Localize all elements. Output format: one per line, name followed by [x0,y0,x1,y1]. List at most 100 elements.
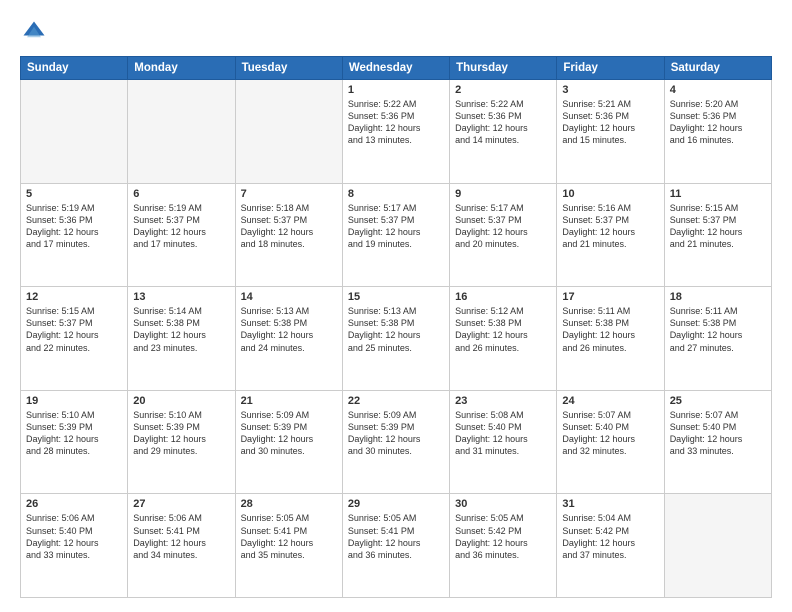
calendar-cell: 12Sunrise: 5:15 AM Sunset: 5:37 PM Dayli… [21,287,128,391]
calendar-cell: 22 Sunrise: 5:09 AM Sunset: 5:39 PM Dayli… [342,390,449,494]
cell-info: Sunrise: 5:10 AM Sunset: 5:39 PM Dayligh… [26,409,122,458]
calendar-cell: 20 Sunrise: 5:10 AM Sunset: 5:39 PM Dayli… [128,390,235,494]
header [20,18,772,46]
calendar-cell: 13 Sunrise: 5:14 AM Sunset: 5:38 PM Dayli… [128,287,235,391]
cell-info: Sunrise: 5:06 AM Sunset: 5:40 PM Dayligh… [26,512,122,561]
cell-info: Sunrise: 5:04 AM Sunset: 5:42 PM Dayligh… [562,512,658,561]
calendar-cell [235,80,342,184]
cell-info: Sunrise: 5:22 AM Sunset: 5:36 PM Dayligh… [455,98,551,147]
day-number: 7 [241,188,337,200]
calendar-cell: 19 Sunrise: 5:10 AM Sunset: 5:39 PM Dayli… [21,390,128,494]
calendar-cell: 9Sunrise: 5:17 AM Sunset: 5:37 PM Daylig… [450,183,557,287]
weekday-friday: Friday [557,57,664,80]
calendar-cell: 23Sunrise: 5:08 AM Sunset: 5:40 PM Dayli… [450,390,557,494]
calendar-cell: 2Sunrise: 5:22 AM Sunset: 5:36 PM Daylig… [450,80,557,184]
calendar-cell: 30 Sunrise: 5:05 AM Sunset: 5:42 PM Dayli… [450,494,557,598]
cell-info: Sunrise: 5:09 AM Sunset: 5:39 PM Dayligh… [241,409,337,458]
week-row-4: 26 Sunrise: 5:06 AM Sunset: 5:40 PM Dayli… [21,494,772,598]
cell-info: Sunrise: 5:05 AM Sunset: 5:41 PM Dayligh… [348,512,444,561]
calendar-cell: 29 Sunrise: 5:05 AM Sunset: 5:41 PM Dayli… [342,494,449,598]
week-row-2: 12Sunrise: 5:15 AM Sunset: 5:37 PM Dayli… [21,287,772,391]
weekday-wednesday: Wednesday [342,57,449,80]
calendar-cell: 24 Sunrise: 5:07 AM Sunset: 5:40 PM Dayli… [557,390,664,494]
day-number: 5 [26,188,122,200]
day-number: 28 [241,498,337,510]
weekday-monday: Monday [128,57,235,80]
weekday-tuesday: Tuesday [235,57,342,80]
day-number: 14 [241,291,337,303]
weekday-header-row: SundayMondayTuesdayWednesdayThursdayFrid… [21,57,772,80]
cell-info: Sunrise: 5:07 AM Sunset: 5:40 PM Dayligh… [562,409,658,458]
cell-info: Sunrise: 5:18 AM Sunset: 5:37 PM Dayligh… [241,202,337,251]
cell-info: Sunrise: 5:13 AM Sunset: 5:38 PM Dayligh… [348,305,444,354]
calendar-cell: 7 Sunrise: 5:18 AM Sunset: 5:37 PM Daylig… [235,183,342,287]
calendar-cell: 16Sunrise: 5:12 AM Sunset: 5:38 PM Dayli… [450,287,557,391]
calendar-cell: 11Sunrise: 5:15 AM Sunset: 5:37 PM Dayli… [664,183,771,287]
day-number: 30 [455,498,551,510]
cell-info: Sunrise: 5:09 AM Sunset: 5:39 PM Dayligh… [348,409,444,458]
calendar-cell [21,80,128,184]
cell-info: Sunrise: 5:21 AM Sunset: 5:36 PM Dayligh… [562,98,658,147]
cell-info: Sunrise: 5:06 AM Sunset: 5:41 PM Dayligh… [133,512,229,561]
day-number: 31 [562,498,658,510]
calendar-cell: 18 Sunrise: 5:11 AM Sunset: 5:38 PM Dayli… [664,287,771,391]
day-number: 3 [562,84,658,96]
calendar-cell: 21 Sunrise: 5:09 AM Sunset: 5:39 PM Dayli… [235,390,342,494]
cell-info: Sunrise: 5:20 AM Sunset: 5:36 PM Dayligh… [670,98,766,147]
calendar-cell: 6Sunrise: 5:19 AM Sunset: 5:37 PM Daylig… [128,183,235,287]
cell-info: Sunrise: 5:19 AM Sunset: 5:36 PM Dayligh… [26,202,122,251]
calendar-cell: 8Sunrise: 5:17 AM Sunset: 5:37 PM Daylig… [342,183,449,287]
cell-info: Sunrise: 5:17 AM Sunset: 5:37 PM Dayligh… [348,202,444,251]
calendar-cell: 25 Sunrise: 5:07 AM Sunset: 5:40 PM Dayli… [664,390,771,494]
day-number: 24 [562,395,658,407]
page: SundayMondayTuesdayWednesdayThursdayFrid… [0,0,792,612]
day-number: 12 [26,291,122,303]
day-number: 15 [348,291,444,303]
calendar-cell: 26 Sunrise: 5:06 AM Sunset: 5:40 PM Dayli… [21,494,128,598]
calendar-cell: 1Sunrise: 5:22 AM Sunset: 5:36 PM Daylig… [342,80,449,184]
day-number: 29 [348,498,444,510]
calendar-cell: 28 Sunrise: 5:05 AM Sunset: 5:41 PM Dayli… [235,494,342,598]
day-number: 18 [670,291,766,303]
day-number: 6 [133,188,229,200]
cell-info: Sunrise: 5:05 AM Sunset: 5:42 PM Dayligh… [455,512,551,561]
day-number: 9 [455,188,551,200]
day-number: 16 [455,291,551,303]
weekday-sunday: Sunday [21,57,128,80]
day-number: 4 [670,84,766,96]
cell-info: Sunrise: 5:22 AM Sunset: 5:36 PM Dayligh… [348,98,444,147]
calendar-cell: 3 Sunrise: 5:21 AM Sunset: 5:36 PM Daylig… [557,80,664,184]
day-number: 26 [26,498,122,510]
calendar-cell: 10Sunrise: 5:16 AM Sunset: 5:37 PM Dayli… [557,183,664,287]
week-row-1: 5 Sunrise: 5:19 AM Sunset: 5:36 PM Daylig… [21,183,772,287]
day-number: 19 [26,395,122,407]
cell-info: Sunrise: 5:11 AM Sunset: 5:38 PM Dayligh… [562,305,658,354]
day-number: 11 [670,188,766,200]
cell-info: Sunrise: 5:13 AM Sunset: 5:38 PM Dayligh… [241,305,337,354]
calendar-cell [664,494,771,598]
week-row-3: 19 Sunrise: 5:10 AM Sunset: 5:39 PM Dayli… [21,390,772,494]
day-number: 25 [670,395,766,407]
calendar-cell [128,80,235,184]
calendar-cell: 31 Sunrise: 5:04 AM Sunset: 5:42 PM Dayli… [557,494,664,598]
weekday-thursday: Thursday [450,57,557,80]
day-number: 13 [133,291,229,303]
cell-info: Sunrise: 5:05 AM Sunset: 5:41 PM Dayligh… [241,512,337,561]
week-row-0: 1Sunrise: 5:22 AM Sunset: 5:36 PM Daylig… [21,80,772,184]
day-number: 20 [133,395,229,407]
cell-info: Sunrise: 5:11 AM Sunset: 5:38 PM Dayligh… [670,305,766,354]
cell-info: Sunrise: 5:16 AM Sunset: 5:37 PM Dayligh… [562,202,658,251]
calendar-table: SundayMondayTuesdayWednesdayThursdayFrid… [20,56,772,598]
cell-info: Sunrise: 5:07 AM Sunset: 5:40 PM Dayligh… [670,409,766,458]
calendar-cell: 17Sunrise: 5:11 AM Sunset: 5:38 PM Dayli… [557,287,664,391]
cell-info: Sunrise: 5:14 AM Sunset: 5:38 PM Dayligh… [133,305,229,354]
calendar-cell: 4 Sunrise: 5:20 AM Sunset: 5:36 PM Daylig… [664,80,771,184]
day-number: 27 [133,498,229,510]
day-number: 21 [241,395,337,407]
calendar-cell: 15 Sunrise: 5:13 AM Sunset: 5:38 PM Dayli… [342,287,449,391]
day-number: 23 [455,395,551,407]
logo [20,18,52,46]
calendar-cell: 27 Sunrise: 5:06 AM Sunset: 5:41 PM Dayli… [128,494,235,598]
cell-info: Sunrise: 5:10 AM Sunset: 5:39 PM Dayligh… [133,409,229,458]
day-number: 22 [348,395,444,407]
